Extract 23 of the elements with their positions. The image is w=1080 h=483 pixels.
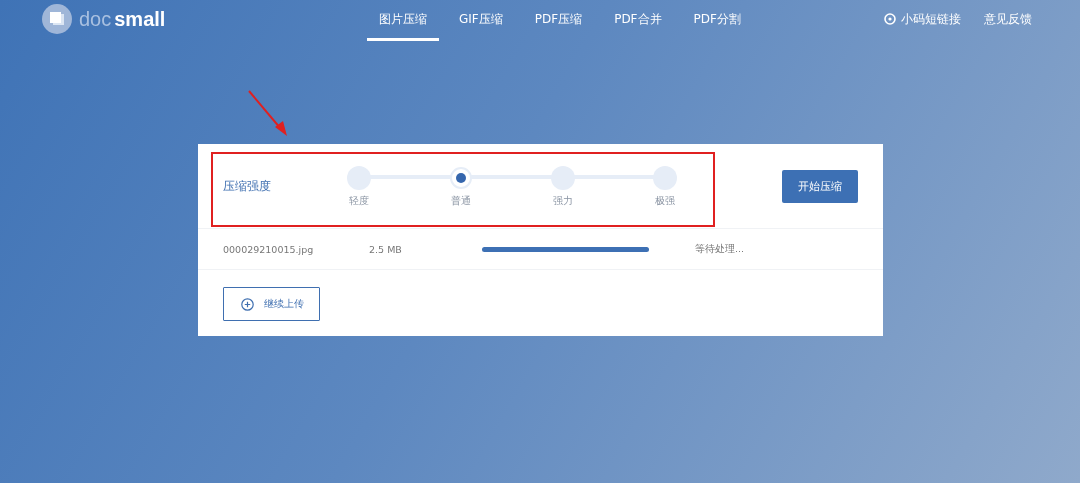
nav-tab[interactable]: 图片压缩 [367,0,439,41]
level-label: 轻度 [349,194,369,208]
nav-tab[interactable]: PDF压缩 [522,0,595,41]
logo-icon [42,4,72,34]
file-size: 2.5 MB [369,243,403,255]
top-link[interactable]: 小码短链接 [901,10,961,28]
file-status: 等待处理... [695,242,745,256]
level-label: 普通 [451,194,471,208]
nav-tab[interactable]: PDF合并 [602,0,674,41]
start-button[interactable]: 开始压缩 [782,169,858,203]
logo-text: docsmall [79,7,166,31]
circle-icon [884,13,896,25]
plus-circle-icon [241,297,254,311]
file-name: 000029210015.jpg [223,243,315,255]
level-knob[interactable] [450,167,472,189]
level-label: 极强 [655,194,675,208]
upload-button[interactable]: 继续上传 [223,287,320,321]
strength-label: 压缩强度 [223,177,272,195]
nav-tab[interactable]: GIF压缩 [447,0,515,41]
nav-tab[interactable]: PDF分割 [681,0,753,41]
arrow-icon [247,89,289,137]
level-label: 强力 [553,194,573,208]
top-link[interactable]: 意见反馈 [984,10,1032,28]
